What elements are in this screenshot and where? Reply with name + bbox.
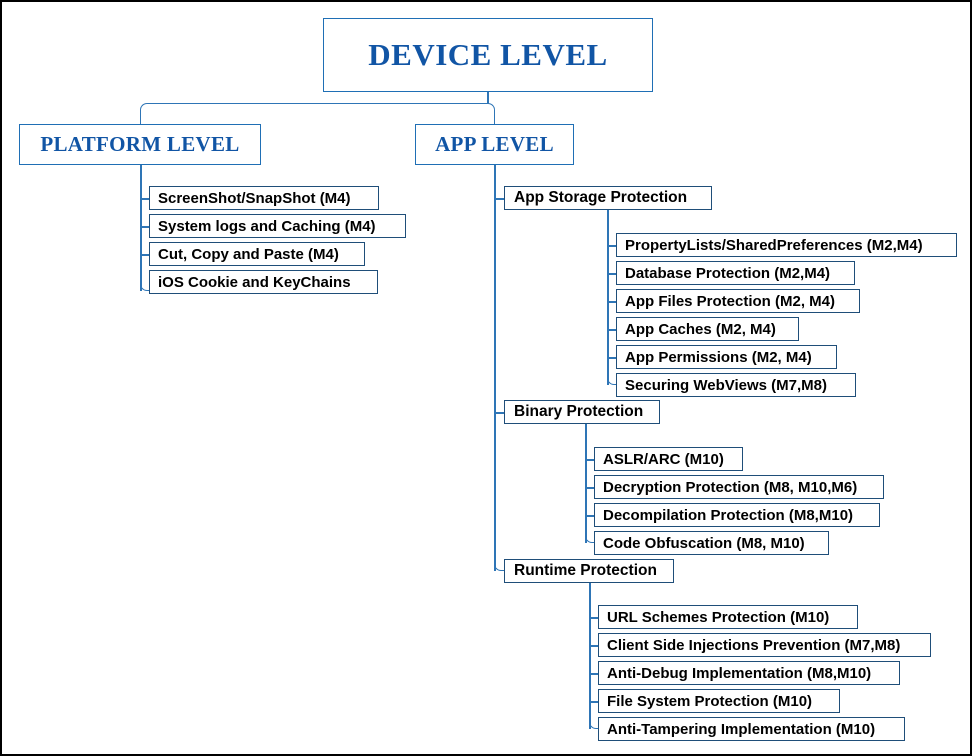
node-runtime-protection[interactable]: Runtime Protection	[504, 559, 674, 583]
node-runtime-item-2[interactable]: Anti-Debug Implementation (M8,M10)	[598, 661, 900, 685]
node-app-storage-protection-label: App Storage Protection	[514, 189, 688, 206]
node-platform-item-2[interactable]: Cut, Copy and Paste (M4)	[149, 242, 365, 266]
node-runtime-item-1-label: Client Side Injections Prevention (M7,M8…	[607, 636, 901, 654]
node-storage-item-5[interactable]: Securing WebViews (M7,M8)	[616, 373, 856, 397]
node-runtime-item-0-label: URL Schemes Protection (M10)	[607, 608, 830, 626]
node-storage-item-2[interactable]: App Files Protection (M2, M4)	[616, 289, 860, 313]
connector-root-to-platform	[140, 103, 488, 124]
connector-storage-last	[607, 371, 616, 385]
connector-binary-last	[585, 529, 594, 543]
node-device-level-label: DEVICE LEVEL	[368, 37, 608, 72]
node-platform-item-1[interactable]: System logs and Caching (M4)	[149, 214, 406, 238]
node-storage-item-1-label: Database Protection (M2,M4)	[625, 264, 831, 282]
connector-root-to-app	[487, 103, 495, 124]
connector-storage-stub-3	[607, 329, 616, 331]
diagram-canvas: DEVICE LEVEL PLATFORM LEVEL APP LEVEL Sc…	[0, 0, 972, 756]
connector-runtime-stub-2	[589, 673, 598, 675]
connector-runtime-stub-1	[589, 645, 598, 647]
connector-app-trunk	[494, 165, 496, 571]
node-platform-item-2-label: Cut, Copy and Paste (M4)	[158, 245, 339, 263]
node-storage-item-4[interactable]: App Permissions (M2, M4)	[616, 345, 837, 369]
connector-storage-stub-2	[607, 301, 616, 303]
connector-binary-trunk	[585, 424, 587, 543]
node-runtime-item-0[interactable]: URL Schemes Protection (M10)	[598, 605, 858, 629]
node-storage-item-3-label: App Caches (M2, M4)	[625, 320, 776, 338]
node-binary-item-0[interactable]: ASLR/ARC (M10)	[594, 447, 743, 471]
node-storage-item-4-label: App Permissions (M2, M4)	[625, 348, 812, 366]
connector-storage-stub-4	[607, 357, 616, 359]
connector-app-last	[494, 557, 504, 571]
node-runtime-item-4[interactable]: Anti-Tampering Implementation (M10)	[598, 717, 905, 741]
node-platform-level[interactable]: PLATFORM LEVEL	[19, 124, 261, 165]
connector-binary-stub-1	[585, 487, 594, 489]
connector-runtime-stub-3	[589, 701, 598, 703]
node-platform-item-3-label: iOS Cookie and KeyChains	[158, 273, 351, 291]
connector-storage-trunk	[607, 210, 609, 385]
node-binary-item-1-label: Decryption Protection (M8, M10,M6)	[603, 478, 858, 496]
node-storage-item-1[interactable]: Database Protection (M2,M4)	[616, 261, 855, 285]
connector-platform-last	[140, 277, 149, 291]
connector-platform-stub-1	[140, 226, 149, 228]
connector-binary-stub-2	[585, 515, 594, 517]
connector-platform-trunk	[140, 165, 142, 291]
node-runtime-item-3[interactable]: File System Protection (M10)	[598, 689, 840, 713]
node-storage-item-0[interactable]: PropertyLists/SharedPreferences (M2,M4)	[616, 233, 957, 257]
node-binary-protection[interactable]: Binary Protection	[504, 400, 660, 424]
node-app-level-label: APP LEVEL	[435, 132, 554, 156]
node-platform-level-label: PLATFORM LEVEL	[40, 132, 240, 156]
node-binary-item-0-label: ASLR/ARC (M10)	[603, 450, 724, 468]
connector-platform-stub-0	[140, 198, 149, 200]
node-binary-item-3-label: Code Obfuscation (M8, M10)	[603, 534, 805, 552]
node-binary-item-2[interactable]: Decompilation Protection (M8,M10)	[594, 503, 880, 527]
connector-runtime-trunk	[589, 582, 591, 729]
node-platform-item-3[interactable]: iOS Cookie and KeyChains	[149, 270, 378, 294]
connector-app-stub-0	[494, 198, 504, 200]
node-runtime-item-3-label: File System Protection (M10)	[607, 692, 813, 710]
connector-storage-stub-1	[607, 273, 616, 275]
connector-platform-stub-2	[140, 254, 149, 256]
node-binary-item-1[interactable]: Decryption Protection (M8, M10,M6)	[594, 475, 884, 499]
node-storage-item-3[interactable]: App Caches (M2, M4)	[616, 317, 799, 341]
node-binary-item-2-label: Decompilation Protection (M8,M10)	[603, 506, 854, 524]
node-runtime-item-2-label: Anti-Debug Implementation (M8,M10)	[607, 664, 872, 682]
node-app-storage-protection[interactable]: App Storage Protection	[504, 186, 712, 210]
node-runtime-protection-label: Runtime Protection	[514, 562, 657, 579]
node-binary-protection-label: Binary Protection	[514, 403, 644, 420]
node-app-level[interactable]: APP LEVEL	[415, 124, 574, 165]
connector-app-stub-1	[494, 412, 504, 414]
connector-runtime-stub-0	[589, 617, 598, 619]
node-storage-item-2-label: App Files Protection (M2, M4)	[625, 292, 836, 310]
node-storage-item-0-label: PropertyLists/SharedPreferences (M2,M4)	[625, 236, 923, 254]
connector-binary-stub-0	[585, 459, 594, 461]
node-platform-item-0-label: ScreenShot/SnapShot (M4)	[158, 189, 351, 207]
connector-storage-stub-0	[607, 245, 616, 247]
node-binary-item-3[interactable]: Code Obfuscation (M8, M10)	[594, 531, 829, 555]
node-runtime-item-4-label: Anti-Tampering Implementation (M10)	[607, 720, 876, 738]
connector-runtime-last	[589, 715, 598, 729]
node-platform-item-0[interactable]: ScreenShot/SnapShot (M4)	[149, 186, 379, 210]
node-device-level[interactable]: DEVICE LEVEL	[323, 18, 653, 92]
node-platform-item-1-label: System logs and Caching (M4)	[158, 217, 376, 235]
node-runtime-item-1[interactable]: Client Side Injections Prevention (M7,M8…	[598, 633, 931, 657]
node-storage-item-5-label: Securing WebViews (M7,M8)	[625, 376, 827, 394]
